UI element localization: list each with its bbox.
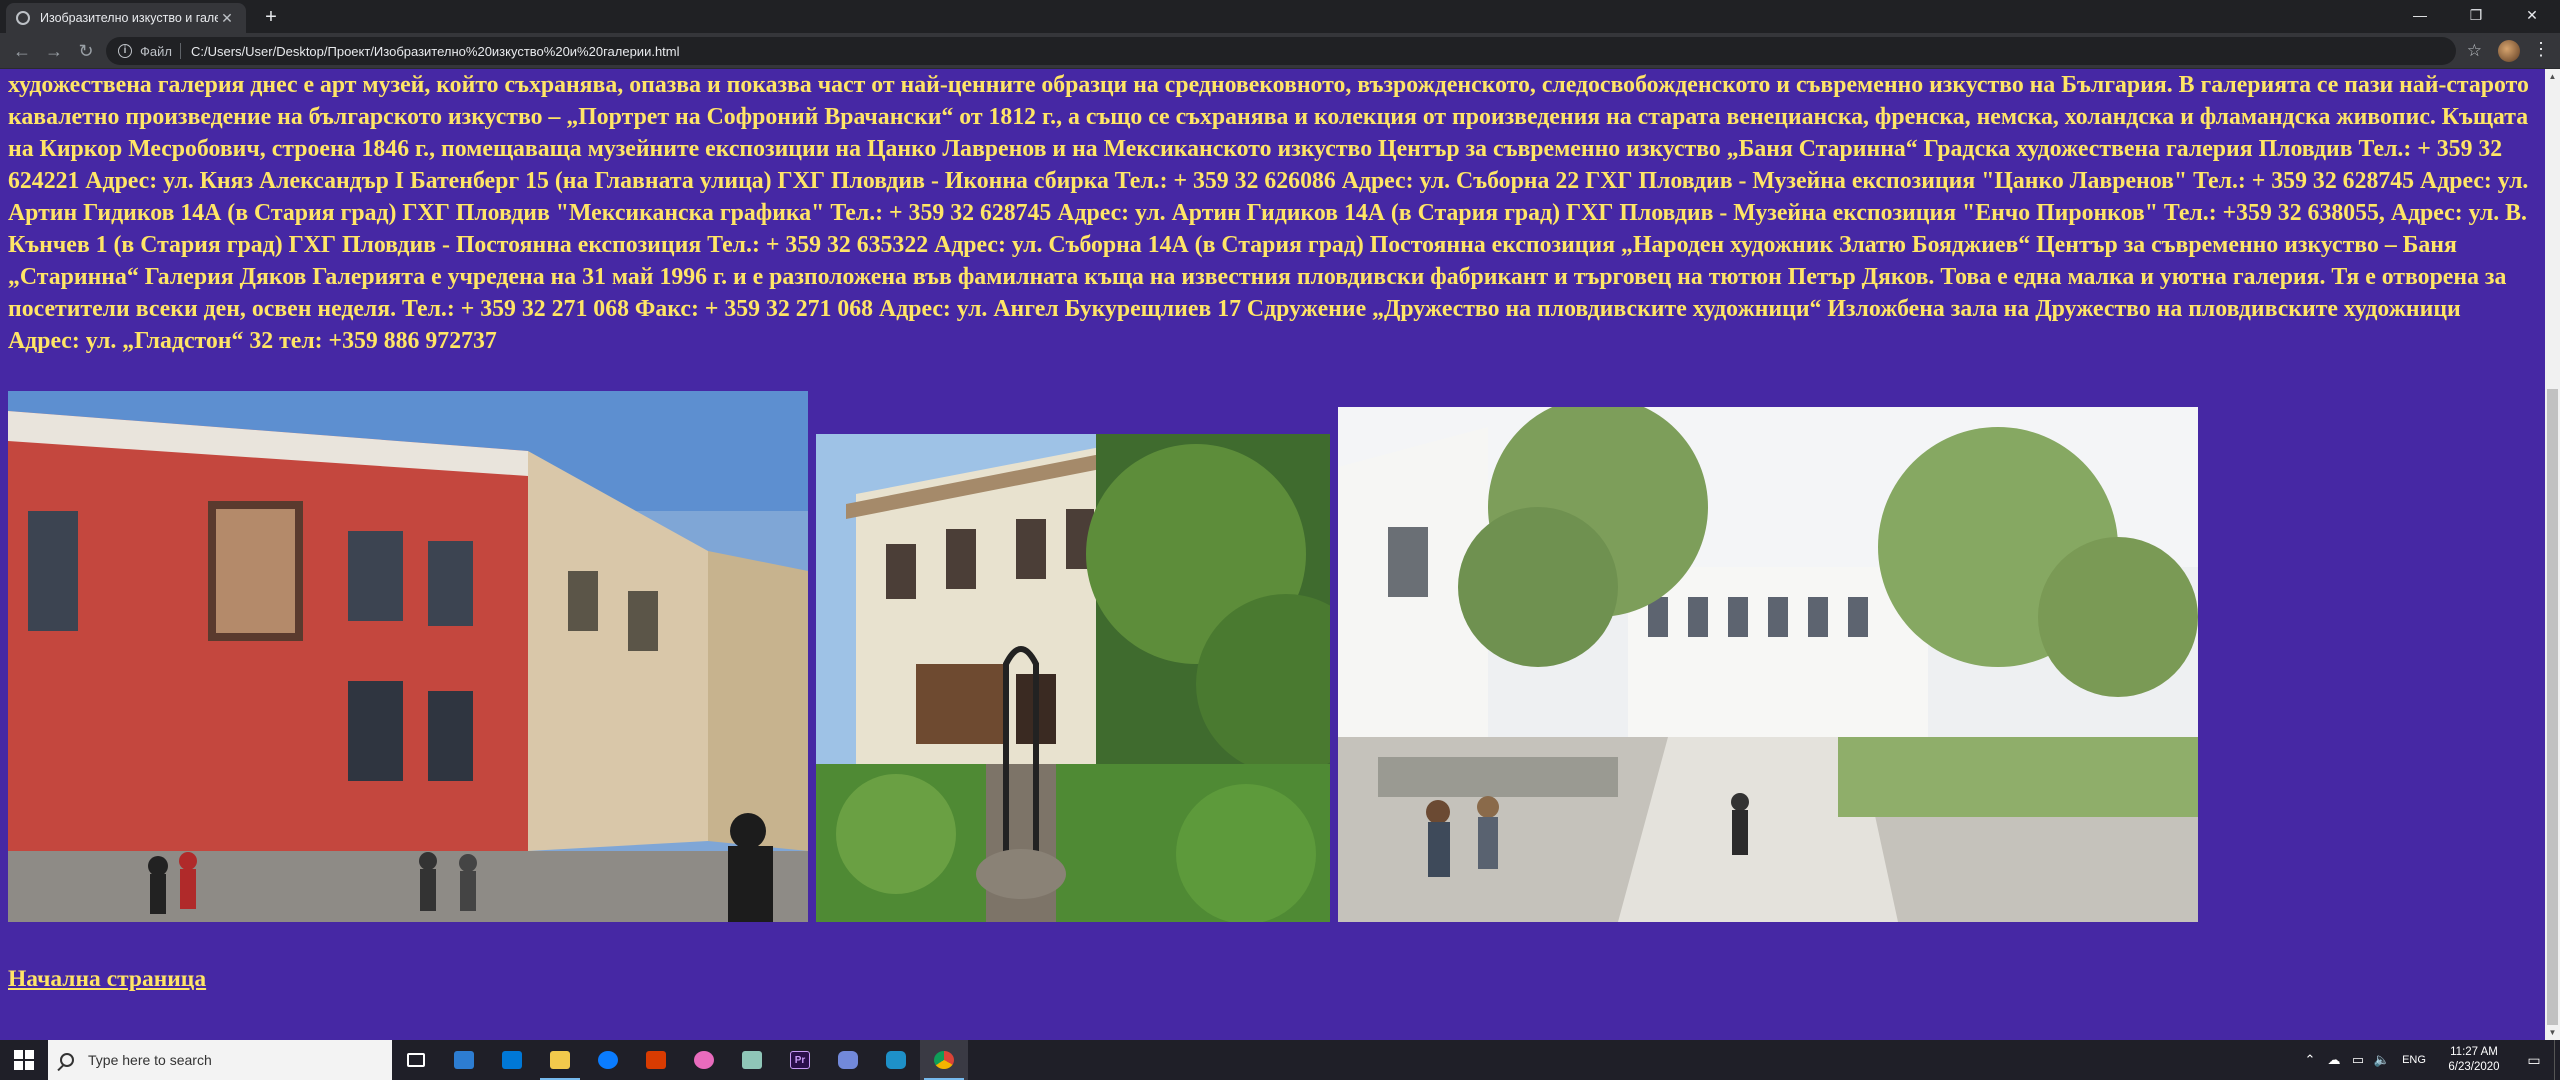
messenger-app-icon[interactable]: [584, 1040, 632, 1080]
system-tray: ⌃ ☁ ▭ 🔈 ENG 11:27 AM 6/23/2020 ▭: [2298, 1040, 2560, 1080]
taskbar-clock[interactable]: 11:27 AM 6/23/2020: [2434, 1045, 2514, 1075]
new-tab-button[interactable]: +: [258, 6, 284, 30]
mesrobovich-house-photo: [816, 434, 1330, 922]
window-controls: — ❐ ✕: [2392, 0, 2560, 30]
premiere-app-icon[interactable]: Pr: [776, 1040, 824, 1080]
notes-app-icon[interactable]: [728, 1040, 776, 1080]
back-arrow-icon[interactable]: ←: [8, 37, 36, 65]
input-language[interactable]: ENG: [2394, 1054, 2434, 1066]
close-tab-icon[interactable]: ✕: [218, 10, 236, 27]
page-scrollbar[interactable]: ▲ ▼: [2545, 69, 2560, 1040]
minimize-button[interactable]: —: [2392, 0, 2448, 30]
windows-logo-icon: [14, 1050, 34, 1070]
browser-toolbar: ← → ↻ i Файл C:/Users/User/Desktop/Проек…: [0, 33, 2560, 69]
cloud-icon[interactable]: ☁: [2322, 1052, 2346, 1068]
store-app-icon[interactable]: [488, 1040, 536, 1080]
browser-tab[interactable]: Изобразително изкуство и гале ✕: [6, 3, 246, 33]
page-viewport: художествена галерия днес е арт музей, к…: [0, 69, 2545, 1040]
bookmark-star-icon[interactable]: ☆: [2467, 41, 2482, 61]
instagram-app-icon[interactable]: [872, 1040, 920, 1080]
gallery-description-text: художествена галерия днес е арт музей, к…: [8, 72, 2529, 354]
file-explorer-icon[interactable]: [536, 1040, 584, 1080]
chrome-app-icon[interactable]: [920, 1040, 968, 1080]
volume-icon[interactable]: 🔈: [2370, 1052, 2394, 1068]
network-icon[interactable]: ▭: [2346, 1052, 2370, 1068]
menu-dots-icon[interactable]: ⋮: [2532, 39, 2550, 60]
city-art-gallery-photo: [8, 391, 808, 922]
itunes-app-icon[interactable]: [680, 1040, 728, 1080]
search-placeholder: Type here to search: [88, 1052, 212, 1068]
notifications-icon[interactable]: ▭: [2514, 1052, 2554, 1069]
show-desktop-button[interactable]: [2554, 1040, 2560, 1080]
scroll-up-arrow-icon[interactable]: ▲: [2545, 69, 2560, 84]
home-page-link[interactable]: Начална страница: [8, 966, 206, 993]
address-bar[interactable]: i Файл C:/Users/User/Desktop/Проект/Изоб…: [106, 37, 2456, 65]
protocol-label: Файл: [140, 43, 172, 59]
discord-app-icon[interactable]: [824, 1040, 872, 1080]
show-hidden-icons-icon[interactable]: ⌃: [2298, 1052, 2322, 1068]
address-divider: [179, 43, 181, 59]
windows-taskbar: Type here to search Pr ⌃ ☁ ▭ 🔈 ENG 11:27…: [0, 1040, 2560, 1080]
start-button[interactable]: [0, 1040, 48, 1080]
calculator-app-icon[interactable]: [440, 1040, 488, 1080]
office-app-icon[interactable]: [632, 1040, 680, 1080]
gallery-rendering-photo: [1338, 407, 2198, 922]
clock-time: 11:27 AM: [2450, 1046, 2498, 1058]
search-icon: [60, 1053, 74, 1067]
tab-strip: Изобразително изкуство и гале ✕ + — ❐ ✕: [0, 0, 2560, 33]
info-icon[interactable]: i: [118, 44, 132, 58]
scroll-down-arrow-icon[interactable]: ▼: [2545, 1025, 2560, 1040]
restore-button[interactable]: ❐: [2448, 0, 2504, 30]
forward-arrow-icon[interactable]: →: [40, 37, 68, 65]
taskbar-search-box[interactable]: Type here to search: [48, 1040, 392, 1080]
task-view-icon[interactable]: [392, 1040, 440, 1080]
url-text[interactable]: C:/Users/User/Desktop/Проект/Изобразител…: [191, 44, 680, 59]
clock-date: 6/23/2020: [2448, 1061, 2500, 1073]
close-window-button[interactable]: ✕: [2504, 0, 2560, 30]
scrollbar-thumb[interactable]: [2547, 389, 2558, 1025]
tab-title: Изобразително изкуство и гале: [40, 11, 218, 25]
reload-icon[interactable]: ↻: [72, 37, 100, 65]
profile-avatar[interactable]: [2498, 40, 2520, 62]
globe-icon: [16, 11, 30, 25]
